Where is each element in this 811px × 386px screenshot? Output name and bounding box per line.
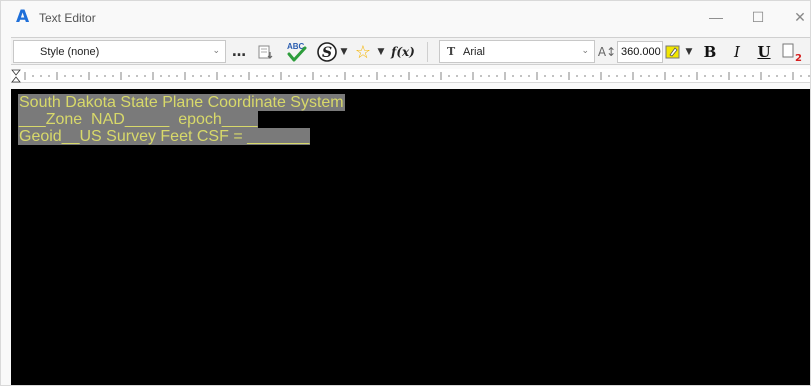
font-dropdown-value: Arial xyxy=(463,46,486,58)
text-color-icon[interactable] xyxy=(663,41,683,63)
favorite-dropdown-icon[interactable]: ▼ xyxy=(375,41,387,63)
ruler-ticks xyxy=(11,69,810,83)
spell-check-icon[interactable]: ABC xyxy=(283,41,311,63)
ruler[interactable] xyxy=(11,69,810,83)
minimize-button[interactable]: — xyxy=(701,5,731,29)
text-editing-area[interactable]: South Dakota State Plane Coordinate Syst… xyxy=(11,89,810,385)
svg-text:S: S xyxy=(322,45,332,61)
svg-text:2: 2 xyxy=(795,53,802,63)
font-dropdown[interactable]: T Arial ⌄ xyxy=(439,40,595,63)
style-dropdown[interactable]: Style (none) ⌄ xyxy=(13,40,226,63)
text-height-icon: A↕ xyxy=(597,45,617,59)
function-icon[interactable]: f(x) xyxy=(389,41,417,63)
bold-button[interactable]: B xyxy=(699,41,721,63)
symbol-icon[interactable]: S xyxy=(315,41,339,63)
underline-button[interactable]: U xyxy=(753,41,775,63)
style-dropdown-value: Style (none) xyxy=(40,46,100,58)
subscript-icon[interactable]: 2 xyxy=(779,41,809,63)
indent-marker-icon xyxy=(11,76,21,83)
favorite-star-icon[interactable]: ☆ xyxy=(352,41,374,63)
truetype-font-icon: T xyxy=(447,45,456,58)
editor-line[interactable]: ___Zone NAD_____ epoch____ xyxy=(18,111,259,128)
app-logo-icon: A xyxy=(16,7,30,27)
symbol-dropdown-icon[interactable]: ▼ xyxy=(338,41,350,63)
toolbar-divider xyxy=(427,42,428,62)
more-options-button[interactable]: … xyxy=(230,41,248,63)
formatting-toolbar: Style (none) ⌄ … ABC S ▼ ☆ ▼ f(x) T Aria… xyxy=(11,37,810,65)
indent-marker-icon xyxy=(11,69,21,76)
window-title: Text Editor xyxy=(39,11,96,25)
font-size-input[interactable]: 360.000 xyxy=(617,41,663,63)
text-color-dropdown-icon[interactable]: ▼ xyxy=(683,41,695,63)
text-editor-window: A Text Editor — ☐ ✕ Style (none) ⌄ … ABC xyxy=(0,0,811,386)
editor-line[interactable]: South Dakota State Plane Coordinate Syst… xyxy=(18,94,345,111)
title-bar[interactable]: A Text Editor — ☐ ✕ xyxy=(1,1,810,34)
chevron-down-icon: ⌄ xyxy=(212,46,220,56)
italic-button[interactable]: I xyxy=(726,41,748,63)
paste-format-icon[interactable] xyxy=(255,41,277,63)
editor-line[interactable]: Geoid__US Survey Feet CSF = _______ xyxy=(18,128,311,145)
maximize-button[interactable]: ☐ xyxy=(743,5,773,29)
chevron-down-icon: ⌄ xyxy=(581,46,589,56)
close-button[interactable]: ✕ xyxy=(785,5,810,29)
